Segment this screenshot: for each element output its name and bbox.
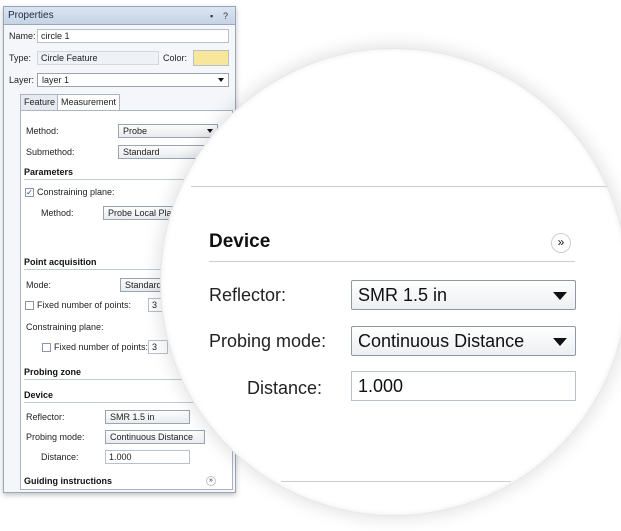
fixed-points-label-2: Fixed number of points: xyxy=(54,342,149,352)
parameters-method-label: Method: xyxy=(41,208,74,218)
name-field[interactable]: circle 1 xyxy=(37,29,229,43)
layer-label: Layer: xyxy=(9,75,35,85)
probing-mode-dropdown[interactable]: Continuous Distance xyxy=(105,430,205,444)
device-heading-zoomed: Device xyxy=(209,231,271,252)
color-label: Color: xyxy=(163,53,188,63)
reflector-label-zoomed: Reflector: xyxy=(209,285,287,305)
constraining-plane-label-2: Constraining plane: xyxy=(26,322,104,332)
guiding-instructions-heading: Guiding instructions xyxy=(24,476,112,486)
constraining-plane-checkbox[interactable]: ✓ xyxy=(25,188,34,197)
collapse-icon[interactable]: » xyxy=(551,233,571,253)
probing-mode-label-zoomed: Probing mode: xyxy=(209,331,327,351)
probing-mode-dropdown-value: Continuous Distance xyxy=(110,432,194,442)
type-label: Type: xyxy=(9,53,32,63)
panel-title: Properties xyxy=(4,7,235,25)
method-dropdown[interactable]: Probe xyxy=(118,124,218,138)
mode-label: Mode: xyxy=(26,280,52,290)
tab-feature[interactable]: Feature xyxy=(20,94,60,110)
distance-label-zoomed: Distance: xyxy=(247,378,323,398)
probing-zone-heading: Probing zone xyxy=(24,367,81,377)
divider xyxy=(209,261,575,262)
distance-field[interactable]: 1.000 xyxy=(105,450,190,464)
probing-mode-label: Probing mode: xyxy=(26,432,85,442)
distance-field-zoomed[interactable]: 1.000 xyxy=(351,371,576,401)
parameters-heading: Parameters xyxy=(24,167,74,177)
submethod-label: Submethod: xyxy=(26,147,75,157)
distance-label: Distance: xyxy=(41,452,79,462)
divider xyxy=(281,481,511,482)
probing-mode-dropdown-zoomed[interactable]: Continuous Distance xyxy=(351,326,576,356)
layer-dropdown-value: layer 1 xyxy=(42,75,70,85)
reflector-dropdown-value: SMR 1.5 in xyxy=(110,412,155,422)
fixed-points-checkbox[interactable] xyxy=(25,301,34,310)
method-dropdown-value: Probe xyxy=(123,126,148,136)
type-field: Circle Feature xyxy=(37,51,159,65)
reflector-dropdown-zoomed[interactable]: SMR 1.5 in xyxy=(351,280,576,310)
fixed-points-checkbox-2[interactable] xyxy=(42,343,51,352)
probing-mode-value-zoomed: Continuous Distance xyxy=(358,331,525,351)
pin-icon[interactable]: ▪ xyxy=(210,7,213,25)
tab-measurement[interactable]: Measurement xyxy=(57,94,121,111)
expand-icon[interactable]: » xyxy=(206,476,216,486)
name-label: Name: xyxy=(9,31,36,41)
reflector-dropdown[interactable]: SMR 1.5 in xyxy=(105,410,190,424)
method-label: Method: xyxy=(26,126,59,136)
fixed-points-field-2[interactable]: 3 xyxy=(148,340,168,354)
divider xyxy=(191,186,621,187)
submethod-dropdown-value: Standard xyxy=(123,147,160,157)
constraining-plane-label: Constraining plane: xyxy=(37,187,115,197)
chevron-down-icon xyxy=(207,129,213,133)
magnifier-callout: Device » Reflector: SMR 1.5 in Probing m… xyxy=(160,48,621,516)
chevron-down-icon xyxy=(553,292,567,300)
chevron-down-icon xyxy=(218,78,224,82)
layer-dropdown[interactable]: layer 1 xyxy=(37,73,229,87)
device-heading: Device xyxy=(24,390,54,400)
help-icon[interactable]: ? xyxy=(223,7,228,25)
point-acquisition-heading: Point acquisition xyxy=(24,257,97,267)
color-swatch[interactable] xyxy=(193,50,229,66)
reflector-value-zoomed: SMR 1.5 in xyxy=(358,285,448,305)
mode-dropdown-value: Standard xyxy=(125,280,162,290)
reflector-label: Reflector: xyxy=(26,412,65,422)
chevron-down-icon xyxy=(553,338,567,346)
fixed-points-label: Fixed number of points: xyxy=(37,300,132,310)
